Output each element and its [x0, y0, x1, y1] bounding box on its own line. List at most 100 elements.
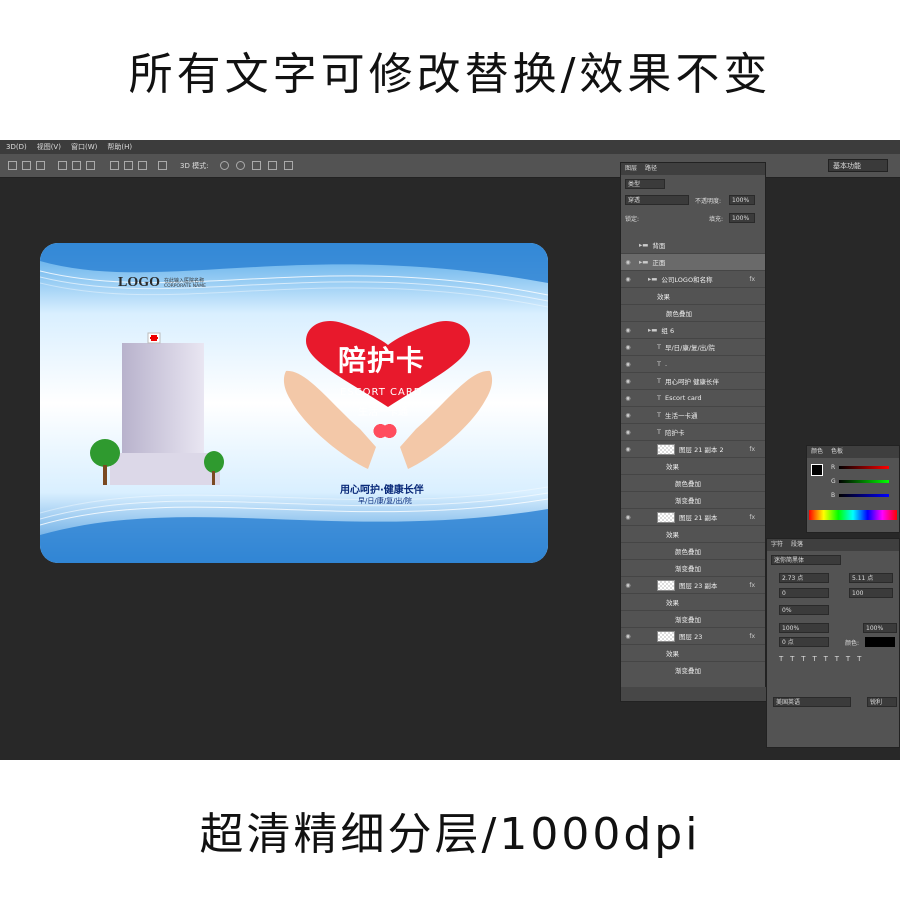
bottom-banner: 超清精细分层/1000dpi — [0, 760, 900, 900]
distribute-bottom-icon[interactable] — [86, 161, 95, 170]
layer-row[interactable]: ◉ T 陪护卡 — [621, 424, 765, 441]
tracking-field[interactable]: 100 — [849, 588, 893, 598]
fx-icon[interactable]: fx — [749, 514, 755, 521]
fx-icon[interactable]: fx — [749, 633, 755, 640]
distribute-top-icon[interactable] — [58, 161, 67, 170]
foreground-swatch[interactable] — [811, 464, 823, 476]
layer-row[interactable]: ◉ 图层 23 副本 fx — [621, 577, 765, 594]
align-bottom-icon[interactable] — [36, 161, 45, 170]
layer-row[interactable]: 效果 — [621, 458, 765, 475]
layer-row[interactable]: 渐变叠加 — [621, 560, 765, 577]
3d-roll-icon[interactable] — [236, 161, 245, 170]
antialias-select[interactable]: 锐利 — [867, 697, 897, 707]
visibility-eye-icon[interactable]: ◉ — [621, 259, 635, 266]
layer-name: 渐变叠加 — [675, 616, 701, 624]
baseline-shift-field[interactable]: 0 点 — [779, 637, 829, 647]
layer-row[interactable]: ◉ T 用心呵护 健康长伴 — [621, 373, 765, 390]
visibility-eye-icon[interactable]: ◉ — [621, 429, 635, 436]
tsume-field[interactable]: 0% — [779, 605, 829, 615]
fx-icon[interactable]: fx — [749, 276, 755, 283]
distribute-left-icon[interactable] — [110, 161, 119, 170]
layer-row[interactable]: 渐变叠加 — [621, 492, 765, 509]
3d-slide-icon[interactable] — [268, 161, 277, 170]
align-middle-icon[interactable] — [22, 161, 31, 170]
r-slider[interactable] — [839, 466, 889, 469]
photoshop-window: 3D(D) 视图(V) 窗口(W) 帮助(H) 3D 模式: 基本功能 LOGO… — [0, 140, 900, 760]
layer-row[interactable]: 颜色叠加 — [621, 543, 765, 560]
tab-paths[interactable]: 路径 — [645, 163, 657, 175]
fx-icon[interactable]: fx — [749, 582, 755, 589]
fx-icon[interactable]: fx — [749, 446, 755, 453]
layer-row[interactable]: 渐变叠加 — [621, 611, 765, 628]
layer-row[interactable]: ◉ T 早/日/康/复/出/院 — [621, 339, 765, 356]
card-canvas: LOGO 在此输入医院名称 CORPORATE NAME 陪护卡 ESCORT … — [40, 243, 548, 563]
tab-layers[interactable]: 图层 — [625, 163, 637, 175]
layer-row[interactable]: ◉ T 生活一卡通 — [621, 407, 765, 424]
leading-field[interactable]: 5.11 点 — [849, 573, 893, 583]
horizontal-scale-field[interactable]: 100% — [863, 623, 897, 633]
language-select[interactable]: 美国英语 — [773, 697, 851, 707]
layer-name: 早/日/康/复/出/院 — [664, 344, 715, 352]
text-style-buttons[interactable]: TTTTTTTT — [779, 655, 889, 665]
g-slider[interactable] — [839, 480, 889, 483]
visibility-eye-icon[interactable]: ◉ — [621, 412, 635, 419]
distribute-center-icon[interactable] — [124, 161, 133, 170]
layer-row[interactable]: 效果 — [621, 526, 765, 543]
distribute-right-icon[interactable] — [138, 161, 147, 170]
visibility-eye-icon[interactable]: ◉ — [621, 276, 635, 283]
fill-field[interactable]: 100% — [729, 213, 755, 223]
layer-row[interactable]: 效果 — [621, 645, 765, 662]
tree-left — [90, 439, 120, 467]
layer-name: 渐变叠加 — [675, 667, 701, 675]
layer-row[interactable]: ◉ ▸▬ 公司LOGO和名称 fx — [621, 271, 765, 288]
text-color-swatch[interactable] — [865, 637, 895, 647]
layer-kind-filter[interactable]: 类型 — [625, 179, 665, 189]
layer-row[interactable]: 渐变叠加 — [621, 662, 765, 677]
tab-color[interactable]: 颜色 — [811, 446, 823, 458]
spectrum-bar[interactable] — [809, 510, 897, 520]
layer-name: . — [664, 360, 668, 368]
visibility-eye-icon[interactable]: ◉ — [621, 344, 635, 351]
tab-character[interactable]: 字符 — [771, 539, 783, 551]
3d-drag-icon[interactable] — [252, 161, 261, 170]
layer-row[interactable]: 效果 — [621, 594, 765, 611]
distribute-middle-icon[interactable] — [72, 161, 81, 170]
workspace-select[interactable]: 基本功能 — [828, 159, 888, 172]
3d-scale-icon[interactable] — [284, 161, 293, 170]
visibility-eye-icon[interactable]: ◉ — [621, 582, 635, 589]
visibility-eye-icon[interactable]: ◉ — [621, 378, 635, 385]
visibility-eye-icon[interactable]: ◉ — [621, 361, 635, 368]
blend-mode-select[interactable]: 穿透 — [625, 195, 689, 205]
vertical-scale-field[interactable]: 100% — [779, 623, 829, 633]
visibility-eye-icon[interactable]: ◉ — [621, 446, 635, 453]
layer-row[interactable]: 颜色叠加 — [621, 305, 765, 322]
b-slider[interactable] — [839, 494, 889, 497]
layer-row[interactable]: ◉ 图层 21 副本 2 fx — [621, 441, 765, 458]
font-size-field[interactable]: 2.73 点 — [779, 573, 829, 583]
layer-row[interactable]: ◉ 图层 21 副本 fx — [621, 509, 765, 526]
layer-row[interactable]: 效果 — [621, 288, 765, 305]
align-top-icon[interactable] — [8, 161, 17, 170]
layer-row[interactable]: ◉ T. — [621, 356, 765, 373]
tab-paragraph[interactable]: 段落 — [791, 539, 803, 551]
visibility-eye-icon[interactable]: ◉ — [621, 327, 635, 334]
visibility-eye-icon[interactable]: ◉ — [621, 395, 635, 402]
visibility-eye-icon[interactable]: ◉ — [621, 514, 635, 521]
opacity-field[interactable]: 100% — [729, 195, 755, 205]
layer-row[interactable]: ◉ T Escort card — [621, 390, 765, 407]
tab-swatches[interactable]: 色板 — [831, 446, 843, 458]
menu-help[interactable]: 帮助(H) — [107, 142, 132, 152]
menu-3d[interactable]: 3D(D) — [6, 143, 27, 151]
menu-window[interactable]: 窗口(W) — [71, 142, 97, 152]
layer-row[interactable]: ◉ 图层 23 fx — [621, 628, 765, 645]
kerning-field[interactable]: 0 — [779, 588, 829, 598]
3d-rotate-icon[interactable] — [220, 161, 229, 170]
visibility-eye-icon[interactable]: ◉ — [621, 633, 635, 640]
layer-row[interactable]: ◉ ▸▬ 组 6 — [621, 322, 765, 339]
layer-row[interactable]: ◉ ▸▬ 正面 — [621, 254, 765, 271]
menu-view[interactable]: 视图(V) — [37, 142, 61, 152]
layer-row[interactable]: 颜色叠加 — [621, 475, 765, 492]
layer-row[interactable]: ▸▬ 背面 — [621, 237, 765, 254]
font-family-select[interactable]: 迷你简黑体 — [771, 555, 841, 565]
auto-align-icon[interactable] — [158, 161, 167, 170]
